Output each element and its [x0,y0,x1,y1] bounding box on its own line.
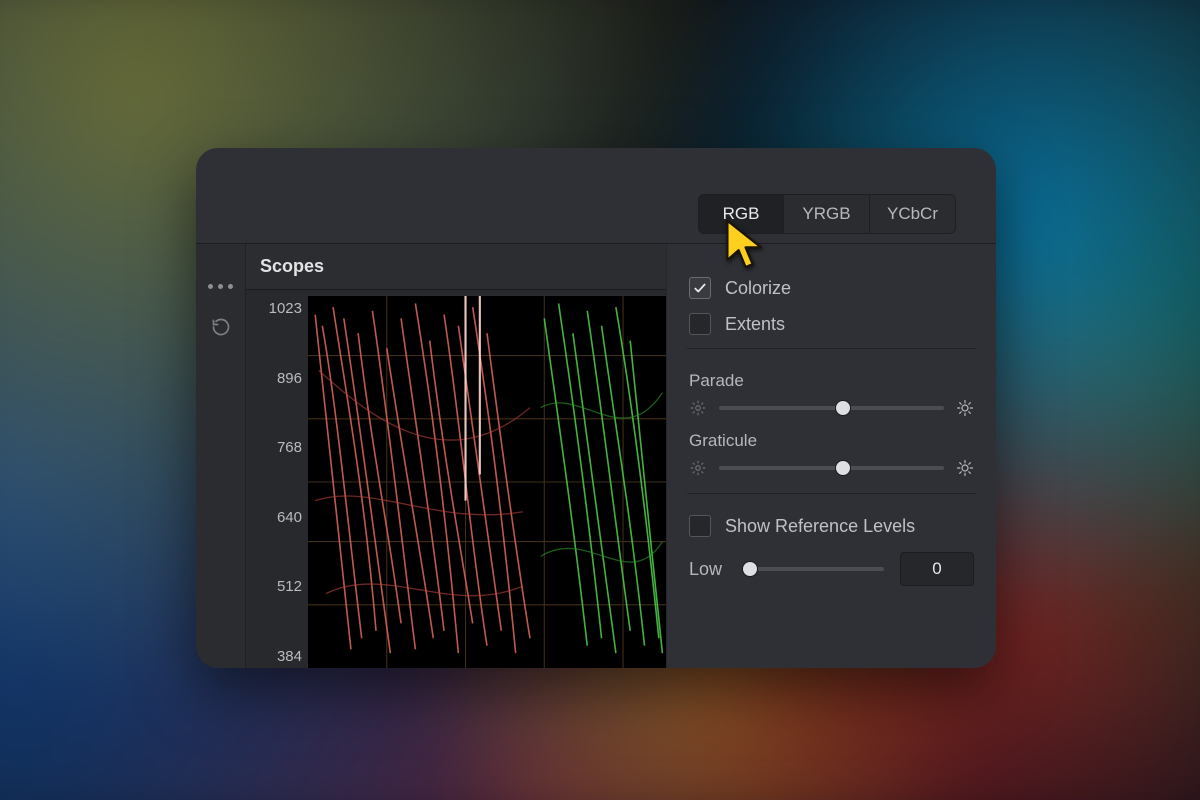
extents-label: Extents [725,314,785,335]
colorize-checkbox-row[interactable]: Colorize [689,270,974,306]
more-options-icon[interactable] [208,284,233,289]
brightness-low-icon [689,459,707,477]
scope-display: 1023 896 768 640 512 384 [246,290,666,668]
scopes-title: Scopes [246,244,666,290]
brightness-high-icon [956,399,974,417]
scope-options: Colorize Extents Parade [666,244,996,668]
graticule-slider-thumb[interactable] [836,461,850,475]
scale-tick: 768 [246,437,302,459]
mode-rgb-button[interactable]: RGB [698,194,784,234]
low-value-field[interactable]: 0 [900,552,974,586]
scale-tick: 384 [246,646,302,668]
scopes-panel: RGB YRGB YCbCr Scopes 1023 896 [196,148,996,668]
low-slider[interactable] [747,567,884,571]
low-slider-thumb[interactable] [743,562,757,576]
show-reference-levels-label: Show Reference Levels [725,516,915,537]
scale-tick: 1023 [246,298,302,320]
mode-yrgb-button[interactable]: YRGB [784,194,870,234]
show-reference-levels-row[interactable]: Show Reference Levels [689,508,974,544]
scope-scale: 1023 896 768 640 512 384 [246,296,308,668]
mode-ycbcr-button[interactable]: YCbCr [870,194,956,234]
graticule-slider[interactable] [719,466,944,470]
extents-checkbox[interactable] [689,313,711,335]
scale-tick: 896 [246,368,302,390]
graticule-slider-row: Graticule [689,427,974,487]
colorize-checkbox[interactable] [689,277,711,299]
panel-body: Scopes 1023 896 768 640 512 384 [196,244,996,668]
parade-slider-thumb[interactable] [836,401,850,415]
brightness-low-icon [689,399,707,417]
graticule-label: Graticule [689,431,974,451]
parade-label: Parade [689,371,974,391]
scopes-section: Scopes 1023 896 768 640 512 384 [246,244,666,668]
scale-tick: 640 [246,507,302,529]
scope-waveform-canvas [308,296,666,668]
low-level-row: Low 0 [667,544,996,586]
scope-mode-segmented: RGB YRGB YCbCr [698,194,956,234]
colorize-label: Colorize [725,278,791,299]
reset-icon[interactable] [211,317,231,337]
scale-tick: 512 [246,576,302,598]
side-toolbar [196,244,246,668]
brightness-high-icon [956,459,974,477]
parade-slider-row: Parade [689,367,974,427]
parade-slider[interactable] [719,406,944,410]
extents-checkbox-row[interactable]: Extents [689,306,974,342]
low-label: Low [689,559,731,580]
show-reference-levels-checkbox[interactable] [689,515,711,537]
